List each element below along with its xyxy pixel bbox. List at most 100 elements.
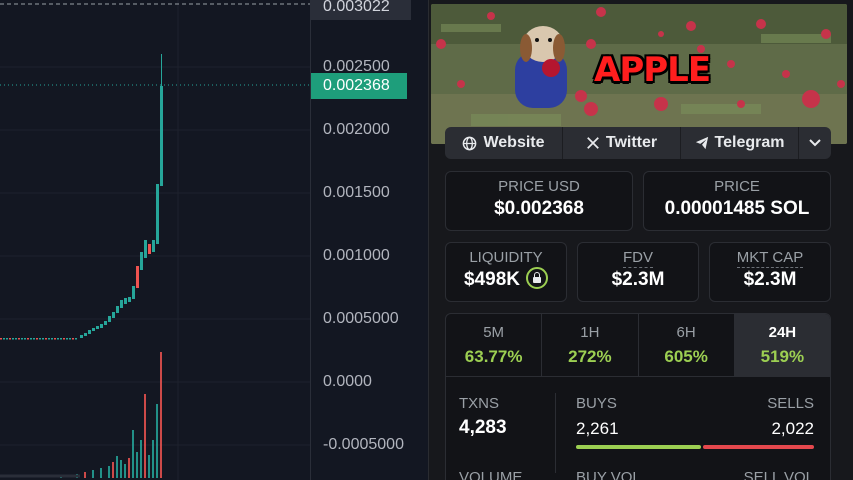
- mkt-cap-label[interactable]: MKT CAP: [736, 249, 804, 268]
- app-root: 0.003022 0.002500 0.002368 0.002000 0.00…: [0, 0, 853, 480]
- candle: [88, 330, 91, 334]
- tab-label: 6H: [676, 324, 696, 341]
- sells-ratio-bar: [703, 445, 814, 449]
- tab-5m[interactable]: 5M 63.77%: [446, 314, 543, 376]
- liquidity-value: $498K: [464, 269, 520, 291]
- candle: [66, 338, 68, 340]
- candle: [120, 300, 123, 308]
- sells-value: 2,022: [771, 419, 814, 438]
- axis-label: -0.0005000: [323, 436, 404, 453]
- mkt-cap-card: MKT CAP $2.3M: [709, 242, 831, 302]
- volume-bar: [120, 460, 122, 478]
- liquidity-card: LIQUIDITY $498K: [445, 242, 567, 302]
- price-change-value: 605%: [664, 347, 708, 366]
- transaction-stats: TXNS 4,283 BUYS SELLS 2,261 2,022 VOLUME…: [445, 377, 831, 480]
- volume-bar: [116, 456, 118, 478]
- price-change-value: 63.77%: [464, 347, 523, 366]
- candle: [54, 338, 56, 340]
- txns-value: 4,283: [459, 417, 507, 438]
- candle: [39, 338, 41, 340]
- telegram-label: Telegram: [714, 134, 785, 151]
- chart-canvas[interactable]: [0, 0, 310, 480]
- telegram-icon: [695, 136, 708, 150]
- price-native-card: PRICE 0.00001485 SOL: [643, 171, 831, 231]
- x-logo-icon: [586, 137, 599, 149]
- candle: [136, 266, 139, 288]
- candle: [60, 338, 62, 340]
- website-label: Website: [483, 134, 545, 151]
- chevron-down-icon: [809, 139, 821, 147]
- tab-6h[interactable]: 6H 605%: [639, 314, 735, 376]
- dog-figure: [515, 26, 567, 108]
- fdv-card: FDV $2.3M: [577, 242, 699, 302]
- candles-group: [0, 54, 163, 340]
- volume-bar: [148, 455, 150, 478]
- timeframe-tabs: 5M 63.77% 1H 272% 6H 605% 24H 519%: [445, 313, 831, 377]
- fdv-value: $2.3M: [611, 269, 665, 290]
- candle: [80, 335, 83, 338]
- volume-bar: [152, 440, 154, 478]
- candle: [42, 338, 44, 340]
- buys-label: BUYS: [576, 395, 617, 412]
- price-chart[interactable]: [0, 0, 310, 480]
- volume-bar: [128, 458, 130, 478]
- candle: [84, 333, 87, 336]
- more-links-button[interactable]: [799, 127, 831, 159]
- social-links: Website Twitter Telegram: [445, 127, 831, 159]
- buys-value: 2,261: [576, 419, 619, 438]
- candle: [57, 338, 59, 340]
- candle: [160, 86, 163, 186]
- axis-label: 0.0000: [323, 373, 372, 390]
- price-usd-value: $0.002368: [494, 198, 584, 219]
- price-change-value: 519%: [760, 347, 805, 366]
- website-button[interactable]: Website: [445, 127, 563, 159]
- token-info-panel: APPLE Website Twitter Telegram PRICE USD…: [428, 0, 853, 480]
- candle: [152, 240, 155, 252]
- volume-label: VOLUME: [459, 469, 523, 480]
- candle: [21, 338, 23, 340]
- buys-ratio-bar: [576, 445, 701, 449]
- volume-bar: [124, 464, 126, 478]
- telegram-button[interactable]: Telegram: [681, 127, 799, 159]
- candle: [128, 297, 131, 302]
- candle: [27, 338, 29, 340]
- mkt-cap-value: $2.3M: [743, 269, 797, 290]
- candle: [132, 286, 135, 299]
- sell-volume-label: SELL VOL: [743, 469, 814, 480]
- candle: [51, 338, 53, 340]
- price-axis[interactable]: 0.003022 0.002500 0.002368 0.002000 0.00…: [310, 0, 428, 480]
- volume-bar: [100, 468, 102, 478]
- price-native-label: PRICE: [714, 178, 760, 195]
- banner-title: APPLE: [594, 50, 711, 90]
- tab-label: 24H: [768, 324, 797, 341]
- fdv-label[interactable]: FDV: [623, 249, 653, 268]
- candle: [140, 252, 143, 270]
- token-banner-image: APPLE: [431, 4, 847, 144]
- lock-icon[interactable]: [526, 267, 548, 289]
- tab-label: 5M: [483, 324, 505, 341]
- axis-label: 0.001000: [323, 247, 390, 264]
- candle: [45, 338, 47, 340]
- volume-bar: [144, 394, 146, 478]
- volume-bar: [112, 462, 114, 478]
- candle: [156, 184, 159, 244]
- candle: [116, 306, 119, 313]
- tab-24h[interactable]: 24H 519%: [734, 314, 830, 376]
- candle: [92, 328, 95, 331]
- tab-1h[interactable]: 1H 272%: [542, 314, 639, 376]
- candle: [112, 312, 115, 318]
- twitter-button[interactable]: Twitter: [563, 127, 681, 159]
- candle: [0, 338, 2, 340]
- volume-bar: [92, 470, 94, 478]
- volume-bar: [132, 430, 134, 478]
- candle: [36, 338, 38, 340]
- globe-icon: [463, 136, 477, 150]
- txns-label: TXNS: [459, 395, 500, 412]
- divider: [555, 393, 556, 473]
- candle: [6, 338, 8, 340]
- price-usd-label: PRICE USD: [498, 178, 580, 195]
- candle: [104, 321, 107, 325]
- volume-bars-group: [60, 352, 162, 478]
- candle: [33, 338, 35, 340]
- candle: [24, 338, 26, 340]
